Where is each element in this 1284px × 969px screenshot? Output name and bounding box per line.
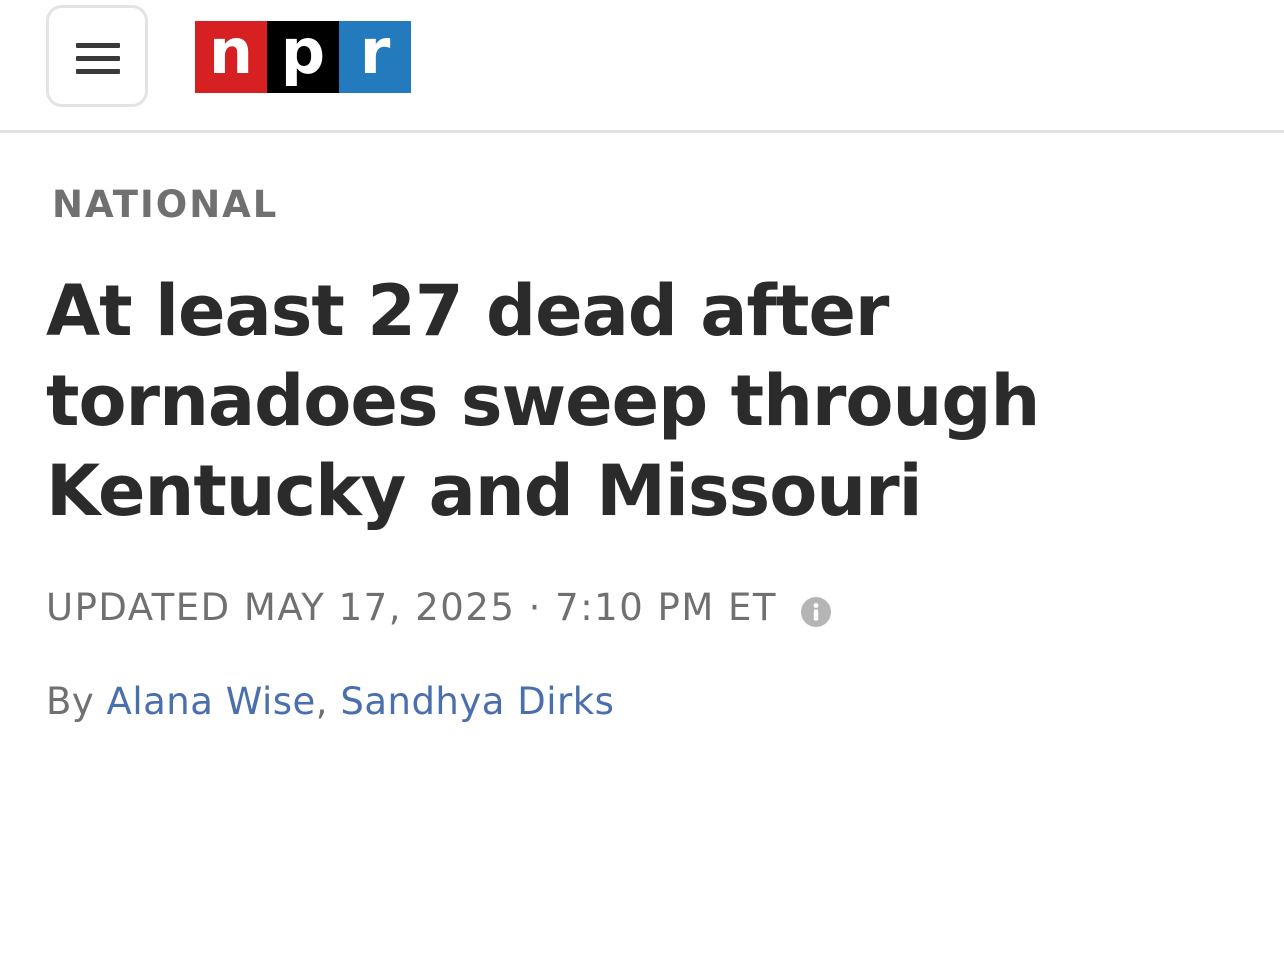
logo-letter-r: r [339,21,411,93]
author-link-alana-wise[interactable]: Alana Wise [107,680,316,723]
info-icon[interactable] [801,593,832,628]
npr-logo[interactable]: n p r [195,21,411,93]
logo-letter-n: n [195,21,267,93]
byline: By Alana Wise, Sandhya Dirks [46,680,614,724]
updated-text: UPDATED MAY 17, 2025 · 7:10 PM ET [46,586,778,629]
updated-timestamp: UPDATED MAY 17, 2025 · 7:10 PM ET [46,586,832,630]
logo-letter-p: p [267,21,339,93]
menu-button[interactable] [46,5,148,107]
hamburger-menu-icon [76,43,120,76]
byline-separator: , [315,680,341,723]
section-label[interactable]: NATIONAL [52,183,278,227]
byline-prefix: By [46,680,107,723]
article-headline: At least 27 dead after tornadoes sweep t… [46,270,1040,532]
author-link-sandhya-dirks[interactable]: Sandhya Dirks [340,680,614,723]
site-header: n p r [0,0,1284,133]
